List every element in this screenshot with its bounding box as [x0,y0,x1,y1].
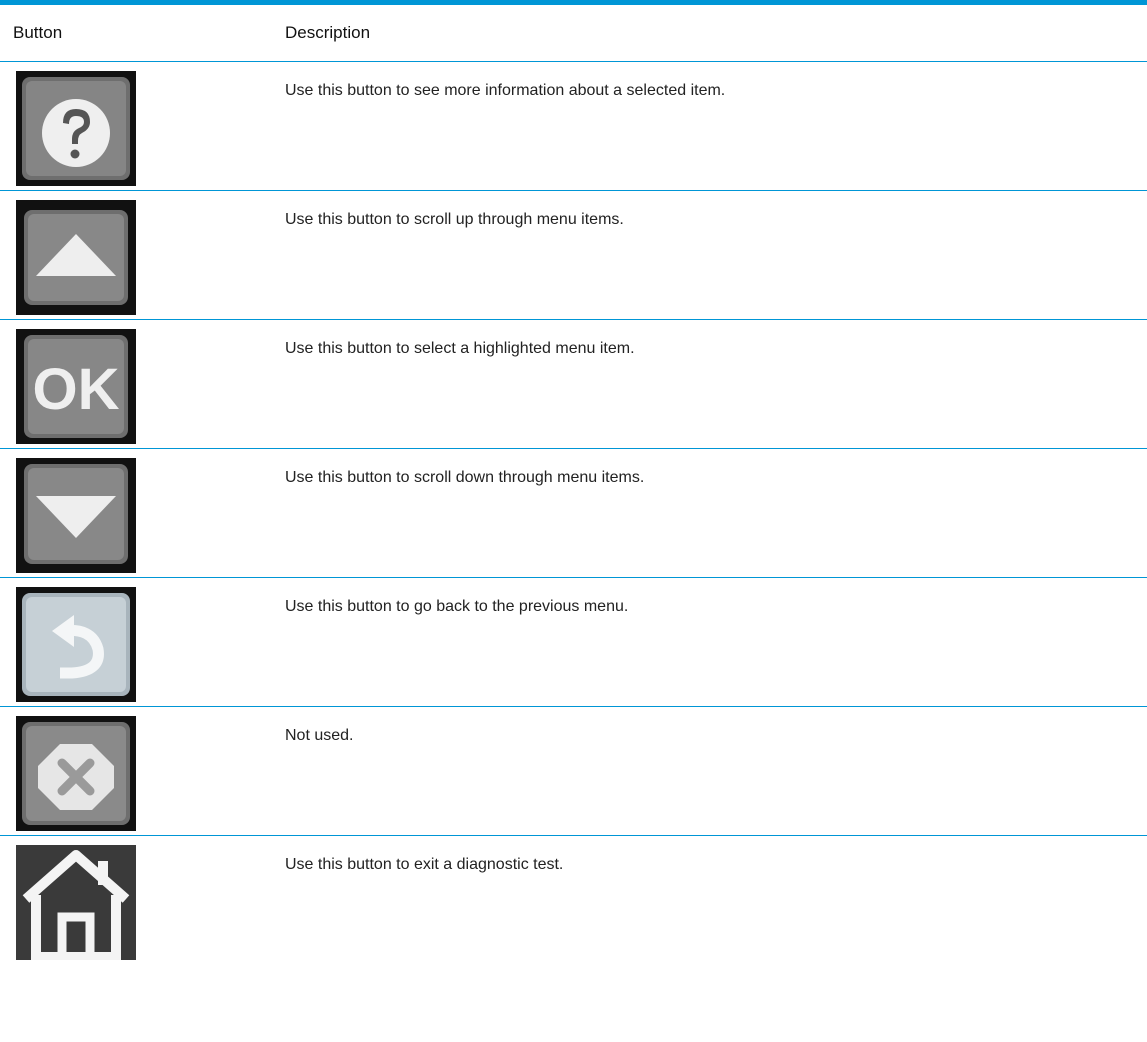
up-arrow-icon [16,200,136,315]
table-row: Use this button to see more information … [0,62,1147,191]
table-row: Use this button to scroll down through m… [0,449,1147,578]
table-row: Use this button to go back to the previo… [0,578,1147,707]
row-description: Use this button to scroll down through m… [285,469,645,486]
button-description-table: Button Description Use this button to se… [0,0,1147,965]
row-description: Not used. [285,727,354,744]
row-description: Use this button to see more information … [285,82,726,99]
table-row: Use this button to exit a diagnostic tes… [0,836,1147,965]
table-row: Use this button to scroll up through men… [0,191,1147,320]
cancel-icon [16,716,136,831]
header-description: Description [285,23,371,42]
row-description: Use this button to exit a diagnostic tes… [285,856,564,873]
table-header: Button Description [0,5,1147,62]
table-row: OK Use this button to select a highlight… [0,320,1147,449]
table-row: Not used. [0,707,1147,836]
row-description: Use this button to select a highlighted … [285,340,635,357]
header-button: Button [13,23,63,42]
home-icon [16,845,136,960]
back-icon [16,587,136,702]
row-description: Use this button to scroll up through men… [285,211,624,228]
help-icon [16,71,136,186]
row-description: Use this button to go back to the previo… [285,598,629,615]
ok-icon: OK [16,329,136,444]
svg-text:OK: OK [33,357,120,422]
down-arrow-icon [16,458,136,573]
